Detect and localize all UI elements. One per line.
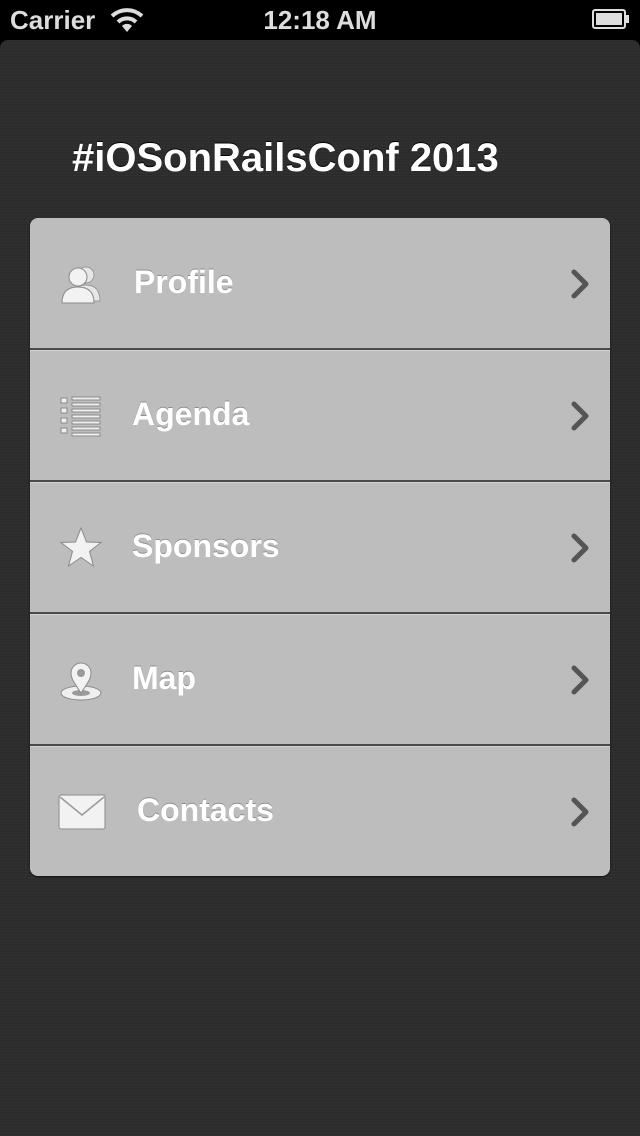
chevron-right-icon [570, 796, 592, 828]
profile-icon [58, 261, 104, 307]
menu-item-contacts[interactable]: Contacts [30, 746, 610, 876]
menu-item-map[interactable]: Map [30, 614, 610, 746]
star-icon [58, 525, 104, 571]
battery-icon [592, 9, 630, 29]
page-title: #iOSonRailsConf 2013 [72, 136, 499, 180]
envelope-icon [58, 789, 106, 835]
menu-item-profile[interactable]: Profile [30, 218, 610, 350]
menu-list: Profile Agenda Sponsors Map Contacts [30, 218, 610, 876]
list-icon [58, 393, 104, 439]
main-screen: #iOSonRailsConf 2013 Profile Agenda Spon… [0, 40, 640, 1136]
status-time: 12:18 AM [263, 5, 377, 35]
menu-item-label: Map [132, 660, 196, 696]
menu-item-label: Sponsors [132, 528, 280, 564]
menu-item-label: Profile [134, 264, 234, 300]
status-bar: Carrier 12:18 AM [0, 0, 640, 40]
chevron-right-icon [570, 268, 592, 300]
menu-item-label: Agenda [132, 396, 250, 432]
map-pin-icon [58, 657, 104, 703]
menu-item-label: Contacts [137, 792, 274, 828]
menu-item-agenda[interactable]: Agenda [30, 350, 610, 482]
chevron-right-icon [570, 532, 592, 564]
menu-item-sponsors[interactable]: Sponsors [30, 482, 610, 614]
chevron-right-icon [570, 664, 592, 696]
chevron-right-icon [570, 400, 592, 432]
